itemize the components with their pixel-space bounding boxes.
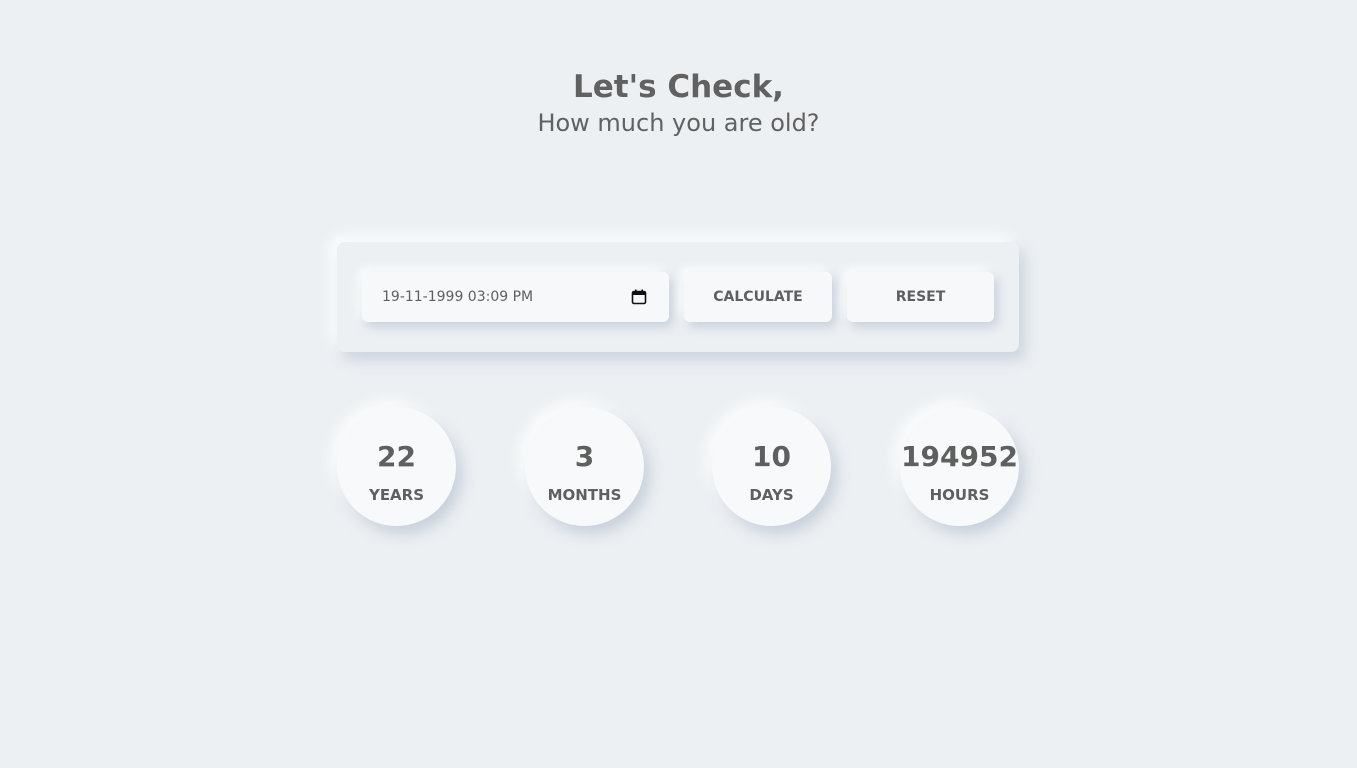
calendar-icon[interactable] — [631, 289, 647, 305]
birth-datetime-value: 19-11-1999 03:09 PM — [382, 289, 534, 305]
days-result: 10 DAYS — [712, 407, 831, 526]
months-result: 3 MONTHS — [525, 407, 644, 526]
calculate-button[interactable]: CALCULATE — [684, 272, 832, 322]
hours-result: 194952 HOURS — [900, 407, 1019, 526]
days-label: DAYS — [749, 486, 794, 504]
reset-button[interactable]: RESET — [847, 272, 994, 322]
age-form-panel: 19-11-1999 03:09 PM CALCULATE RESET — [337, 242, 1019, 352]
page-heading: Let's Check, How much you are old? — [0, 66, 1357, 138]
hours-label: HOURS — [929, 486, 990, 504]
years-label: YEARS — [368, 486, 425, 504]
months-value: 3 — [574, 440, 595, 473]
days-value: 10 — [752, 440, 791, 473]
page-subtitle: How much you are old? — [537, 109, 820, 137]
years-result: 22 YEARS — [337, 407, 456, 526]
years-value: 22 — [377, 440, 416, 473]
hours-value: 194952 — [901, 440, 1018, 473]
months-label: MONTHS — [547, 486, 622, 504]
birth-datetime-input[interactable]: 19-11-1999 03:09 PM — [362, 272, 669, 322]
page-title: Let's Check, — [573, 69, 784, 105]
